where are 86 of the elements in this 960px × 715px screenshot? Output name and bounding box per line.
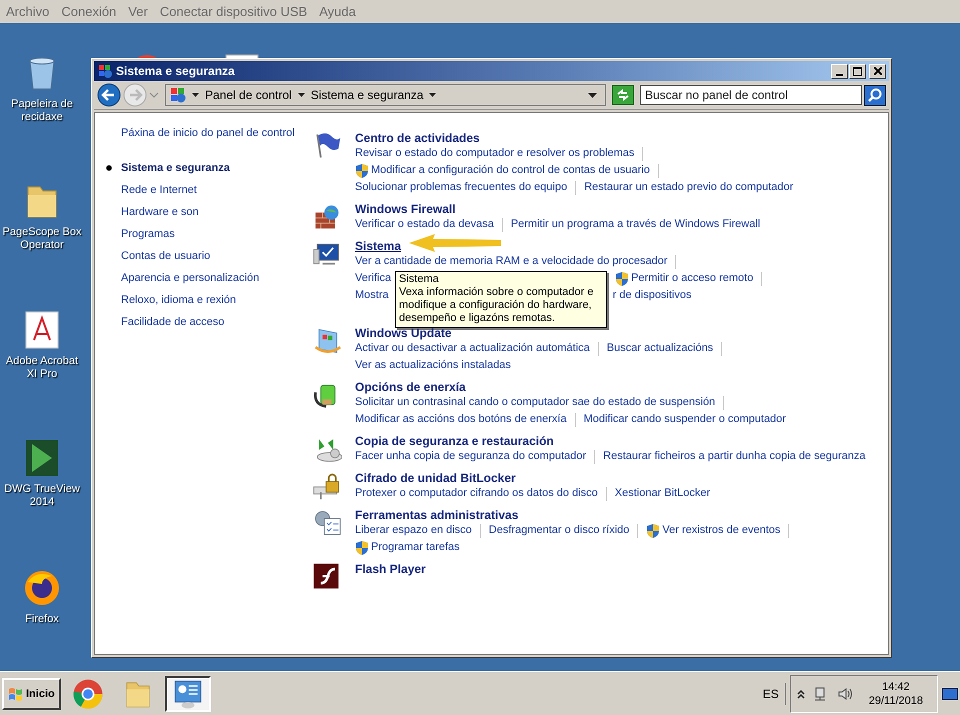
browser-icon <box>22 568 62 608</box>
show-desktop-button[interactable] <box>942 688 958 700</box>
taskbar-app-button[interactable] <box>164 676 211 712</box>
task-link[interactable]: Permitir o acceso remoto <box>631 270 754 287</box>
menu-item[interactable]: Conexión <box>61 4 116 19</box>
sidebar-item[interactable]: Aparencia e personalización <box>106 267 260 289</box>
minimize-button[interactable] <box>831 64 848 78</box>
section-title-link[interactable]: Windows Update <box>355 326 452 340</box>
refresh-icon <box>615 88 631 102</box>
section-title-link[interactable]: Centro de actividades <box>355 131 480 145</box>
sidebar-item[interactable]: Contas de usuario <box>106 245 210 267</box>
close-icon <box>874 67 882 75</box>
task-link[interactable]: Modificar as accións dos botóns de enerxía <box>355 411 567 428</box>
sidebar-item[interactable]: Hardware e son <box>106 201 199 223</box>
padlock-drive-icon <box>312 471 342 501</box>
task-link[interactable]: Mostra <box>355 287 389 304</box>
search-button[interactable] <box>864 84 886 106</box>
control-panel-icon <box>98 64 112 78</box>
caret-icon <box>192 93 199 97</box>
task-link[interactable]: Verificar o estado da devasa <box>355 216 494 233</box>
window-update-icon <box>312 326 342 356</box>
menu-item[interactable]: Conectar dispositivo USB <box>160 4 308 19</box>
start-button[interactable]: Inicio <box>2 678 61 710</box>
section-title-link[interactable]: Flash Player <box>355 562 426 576</box>
section-title-link[interactable]: Sistema <box>355 239 402 253</box>
section-title-link[interactable]: Cifrado de unidad BitLocker <box>355 471 516 485</box>
close-button[interactable] <box>869 64 886 78</box>
section-title-link[interactable]: Windows Firewall <box>355 202 456 216</box>
tooltip-text: Vexa información sobre o computador e modifique a configuración do hardware, desempeño e ligazóns remotas. <box>399 286 594 325</box>
caret-icon <box>429 93 436 97</box>
tooltip-title: Sistema <box>399 273 440 286</box>
back-button[interactable] <box>97 83 121 107</box>
desktop-icon-label[interactable]: PageScope Box Operator <box>0 226 84 252</box>
search-field[interactable]: Buscar no panel de control <box>640 85 862 105</box>
window-title: Sistema e seguranza <box>116 64 236 78</box>
control-panel-icon <box>170 87 186 103</box>
browser-icon <box>72 678 104 710</box>
windows-logo-icon <box>8 686 24 700</box>
desktop-icon-label[interactable]: DWG TrueView 2014 <box>0 483 84 509</box>
clock[interactable]: 14:42 29/11/2018 <box>858 680 933 708</box>
task-link[interactable]: Restaurar un estado previo do computador <box>584 179 794 196</box>
maximize-button[interactable] <box>849 64 866 78</box>
section-title-link[interactable]: Opcións de enerxía <box>355 380 466 394</box>
desktop-icon-label[interactable]: Firefox <box>23 613 61 626</box>
task-link[interactable]: Solicitar un contrasinal cando o computador sae do estado de suspensión <box>355 394 716 411</box>
refresh-button[interactable] <box>612 85 634 105</box>
breadcrumb-item[interactable]: Panel de control <box>205 88 292 102</box>
task-link[interactable]: Programar tarefas <box>371 539 460 556</box>
sidebar-item[interactable]: Facilidade de acceso <box>106 311 224 333</box>
task-link[interactable]: Ver a cantidade de memoria RAM e a velocidade do procesador <box>355 253 668 270</box>
section-title-link[interactable]: Ferramentas administrativas <box>355 508 518 522</box>
desktop-icon-label[interactable]: Papeleira de recidaxe <box>0 98 84 124</box>
task-link[interactable]: Solucionar problemas frecuentes do equipo <box>355 179 568 196</box>
task-link[interactable]: Desfragmentar o disco ríxido <box>488 522 630 539</box>
task-link[interactable]: Ver rexistros de eventos <box>662 522 780 539</box>
menu-item[interactable]: Archivo <box>6 4 50 19</box>
sidebar-link[interactable]: Páxina de inicio do panel de control <box>121 127 295 139</box>
show-hidden-icons-button[interactable] <box>794 688 807 698</box>
task-link[interactable]: Activar ou desactivar a actualización automática <box>355 340 590 357</box>
task-link[interactable]: Xestionar BitLocker <box>614 485 710 502</box>
task-link[interactable]: r de dispositivos <box>612 287 692 304</box>
task-link[interactable]: Permitir un programa a través de Windows Firewall <box>510 216 760 233</box>
sidebar-item[interactable]: Rede e Internet <box>106 179 197 201</box>
address-field[interactable]: Panel de control Sistema e seguranza <box>165 84 606 106</box>
menu-item[interactable]: Ayuda <box>319 4 356 19</box>
caret-icon <box>298 93 305 97</box>
task-link[interactable]: Restaurar ficheiros a partir dunha copia de seguranza <box>603 448 866 465</box>
breadcrumb-item[interactable]: Sistema e seguranza <box>310 88 424 102</box>
language-indicator[interactable]: ES <box>762 682 786 704</box>
task-link[interactable]: Modificar cando suspender o computador <box>584 411 786 428</box>
task-link[interactable]: Liberar espazo en disco <box>355 522 472 539</box>
task-link[interactable]: Protexer o computador cifrando os datos do disco <box>355 485 598 502</box>
minimize-icon <box>836 74 843 76</box>
task-link[interactable]: Buscar actualizacións <box>606 340 714 357</box>
desktop-icon-label[interactable]: Adobe Acrobat XI Pro <box>0 355 84 381</box>
task-link[interactable]: Verifica <box>355 270 392 287</box>
task-link[interactable]: Ver as actualizacións instaladas <box>355 357 511 374</box>
gear-checklist-icon <box>312 508 342 538</box>
sidebar-item[interactable]: Reloxo, idioma e rexión <box>106 289 236 311</box>
task-link[interactable]: Facer unha copia de seguranza do computador <box>355 448 586 465</box>
menu-item[interactable]: Ver <box>128 4 148 19</box>
task-link[interactable]: Revisar o estado do computador e resolver os problemas <box>355 145 634 162</box>
task-link[interactable]: Modificar a configuración do control de contas de usuario <box>371 162 650 179</box>
maximize-icon <box>853 66 862 76</box>
section-title-link[interactable]: Copia de seguranza e restauración <box>355 434 554 448</box>
sidebar-item[interactable]: Programas <box>106 223 175 245</box>
